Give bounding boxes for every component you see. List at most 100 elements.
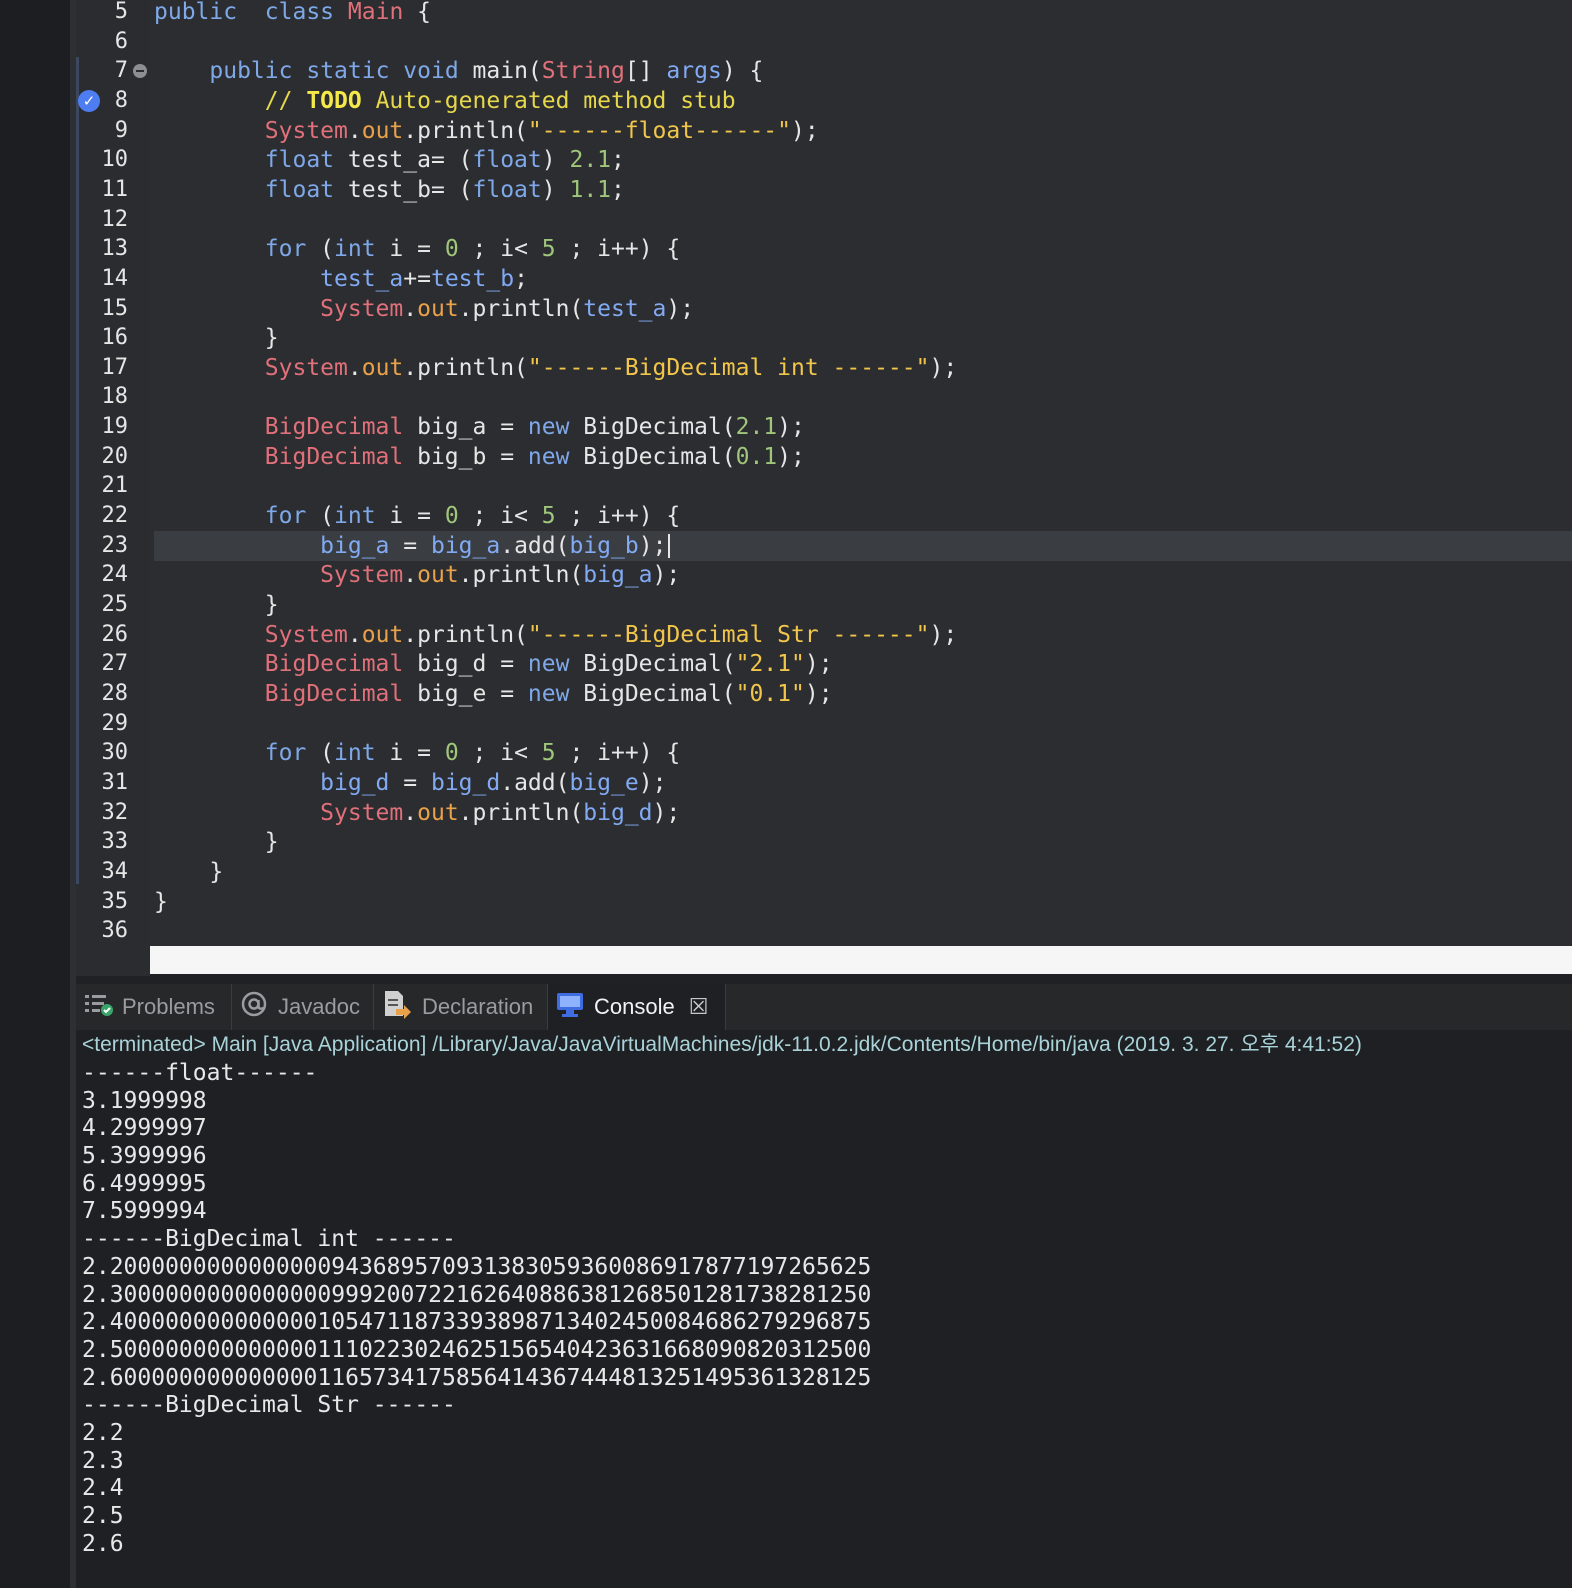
code-line[interactable]: 26 System.out.println("------BigDecimal … xyxy=(76,620,1572,650)
code-line[interactable]: 5 public class Main { xyxy=(76,0,1572,27)
code-token: test_b= ( xyxy=(334,176,473,203)
code-line[interactable]: 7 public static void main(String[] args)… xyxy=(76,56,1572,86)
code-line[interactable]: 12 xyxy=(76,205,1572,235)
console-output-line: 4.2999997 xyxy=(82,1115,207,1142)
code-token: 2.1 xyxy=(569,147,612,174)
line-number: 32 xyxy=(101,799,129,825)
code-token: ; xyxy=(611,176,625,203)
code-token: for xyxy=(264,236,307,263)
code-token: Main xyxy=(347,0,404,25)
code-line[interactable]: 36 xyxy=(76,916,1572,946)
line-number: 13 xyxy=(101,236,129,262)
console-output-line: 7.5999994 xyxy=(82,1198,207,1225)
tab-console[interactable]: Console ☒ xyxy=(548,984,726,1030)
code-line[interactable]: 19 BigDecimal big_a = new BigDecimal(2.1… xyxy=(76,412,1572,442)
code-line[interactable]: 30 for (int i = 0 ; i< 5 ; i++) { xyxy=(76,738,1572,768)
code-line[interactable]: 22 for (int i = 0 ; i< 5 ; i++) { xyxy=(76,501,1572,531)
tab-problems[interactable]: Problems xyxy=(76,984,232,1030)
code-token: ); xyxy=(652,799,681,826)
code-token: float xyxy=(264,147,335,174)
code-token: ; i< xyxy=(458,236,542,263)
code-token: . xyxy=(403,295,418,322)
code-token: ) xyxy=(541,147,570,174)
tab-declaration[interactable]: Declaration xyxy=(374,984,548,1030)
code-line[interactable]: 6 xyxy=(76,27,1572,57)
collapse-fold-icon[interactable] xyxy=(133,64,147,79)
code-line[interactable]: 31 big_d = big_d.add(big_e); xyxy=(76,768,1572,798)
code-line[interactable]: 14 test_a+=test_b; xyxy=(76,264,1572,294)
code-token: TODO xyxy=(306,87,362,114)
code-token: big_d = xyxy=(403,651,528,678)
code-token: } xyxy=(154,858,224,885)
code-token: out xyxy=(361,354,404,381)
code-line[interactable]: 13 for (int i = 0 ; i< 5 ; i++) { xyxy=(76,234,1572,264)
line-number: 11 xyxy=(101,176,129,202)
code-text: } xyxy=(154,590,279,620)
code-line[interactable]: 24 System.out.println(big_a); xyxy=(76,560,1572,590)
code-token: out xyxy=(417,799,459,826)
line-number: 27 xyxy=(101,651,129,677)
code-token: 0.1 xyxy=(735,443,778,470)
line-number: 16 xyxy=(101,325,129,351)
code-token: big_d xyxy=(583,799,653,826)
code-token: ( xyxy=(306,236,335,263)
code-line[interactable]: 11 float test_b= (float) 1.1; xyxy=(76,175,1572,205)
code-editor[interactable]: 5 public class Main {6 7 public static voi… xyxy=(76,0,1572,976)
horizontal-scrollbar[interactable] xyxy=(150,946,1572,974)
code-token: ); xyxy=(777,414,805,441)
line-number: 33 xyxy=(101,829,129,855)
code-token: ( xyxy=(306,740,335,767)
console-icon xyxy=(556,990,586,1024)
tab-javadoc[interactable]: Javadoc xyxy=(232,984,374,1030)
code-line[interactable]: 9 System.out.println("------float------"… xyxy=(76,116,1572,146)
code-line[interactable]: 28 BigDecimal big_e = new BigDecimal("0.… xyxy=(76,679,1572,709)
code-line[interactable]: 27 BigDecimal big_d = new BigDecimal("2.… xyxy=(76,649,1572,679)
code-text: System.out.println(big_a); xyxy=(154,560,680,590)
code-token: float xyxy=(472,176,542,203)
code-line[interactable]: 34 } xyxy=(76,857,1572,887)
close-icon[interactable]: ☒ xyxy=(689,994,709,1020)
code-token: 5 xyxy=(541,740,556,767)
code-text: big_a = big_a.add(big_b); xyxy=(154,531,671,561)
code-token: ; i++) { xyxy=(555,503,681,530)
code-line[interactable]: 23 big_a = big_a.add(big_b); xyxy=(76,530,1572,561)
code-line[interactable]: 20 BigDecimal big_b = new BigDecimal(0.1… xyxy=(76,442,1572,472)
code-token: } xyxy=(154,325,279,352)
code-line[interactable]: 18 xyxy=(76,382,1572,412)
code-line[interactable]: 15 System.out.println(test_a); xyxy=(76,294,1572,324)
code-token: new xyxy=(527,680,570,707)
code-token: static xyxy=(306,58,390,85)
code-line[interactable]: 16 } xyxy=(76,323,1572,353)
code-token: big_a xyxy=(320,532,390,559)
console-output[interactable]: ------float------ 3.1999998 4.2999997 5.399… xyxy=(82,1060,871,1558)
code-line[interactable]: 10 float test_a= (float) 2.1; xyxy=(76,145,1572,175)
code-line[interactable]: 21 xyxy=(76,471,1572,501)
code-token: .println( xyxy=(458,562,584,589)
code-line[interactable]: 29 xyxy=(76,709,1572,739)
code-text: test_a+=test_b; xyxy=(154,264,528,294)
code-line[interactable]: 32 System.out.println(big_d); xyxy=(76,798,1572,828)
code-line[interactable]: 8 ✓ // TODO Auto-generated method stub xyxy=(76,86,1572,116)
code-token: out xyxy=(361,621,404,648)
code-token: .println( xyxy=(458,799,584,826)
code-text: } xyxy=(154,323,279,353)
line-number: 17 xyxy=(101,354,129,380)
code-line[interactable]: 35} xyxy=(76,887,1572,917)
code-token: ; i++) { xyxy=(555,740,681,767)
code-line[interactable]: 33 } xyxy=(76,827,1572,857)
code-token: BigDecimal xyxy=(264,443,404,470)
code-token: System xyxy=(264,621,348,648)
at-icon xyxy=(240,990,270,1024)
code-line[interactable]: 25 } xyxy=(76,590,1572,620)
code-text: } xyxy=(154,857,223,887)
code-token: class xyxy=(264,0,335,25)
code-line[interactable]: 17 System.out.println("------BigDecimal … xyxy=(76,353,1572,383)
task-marker-icon[interactable]: ✓ xyxy=(78,89,100,112)
